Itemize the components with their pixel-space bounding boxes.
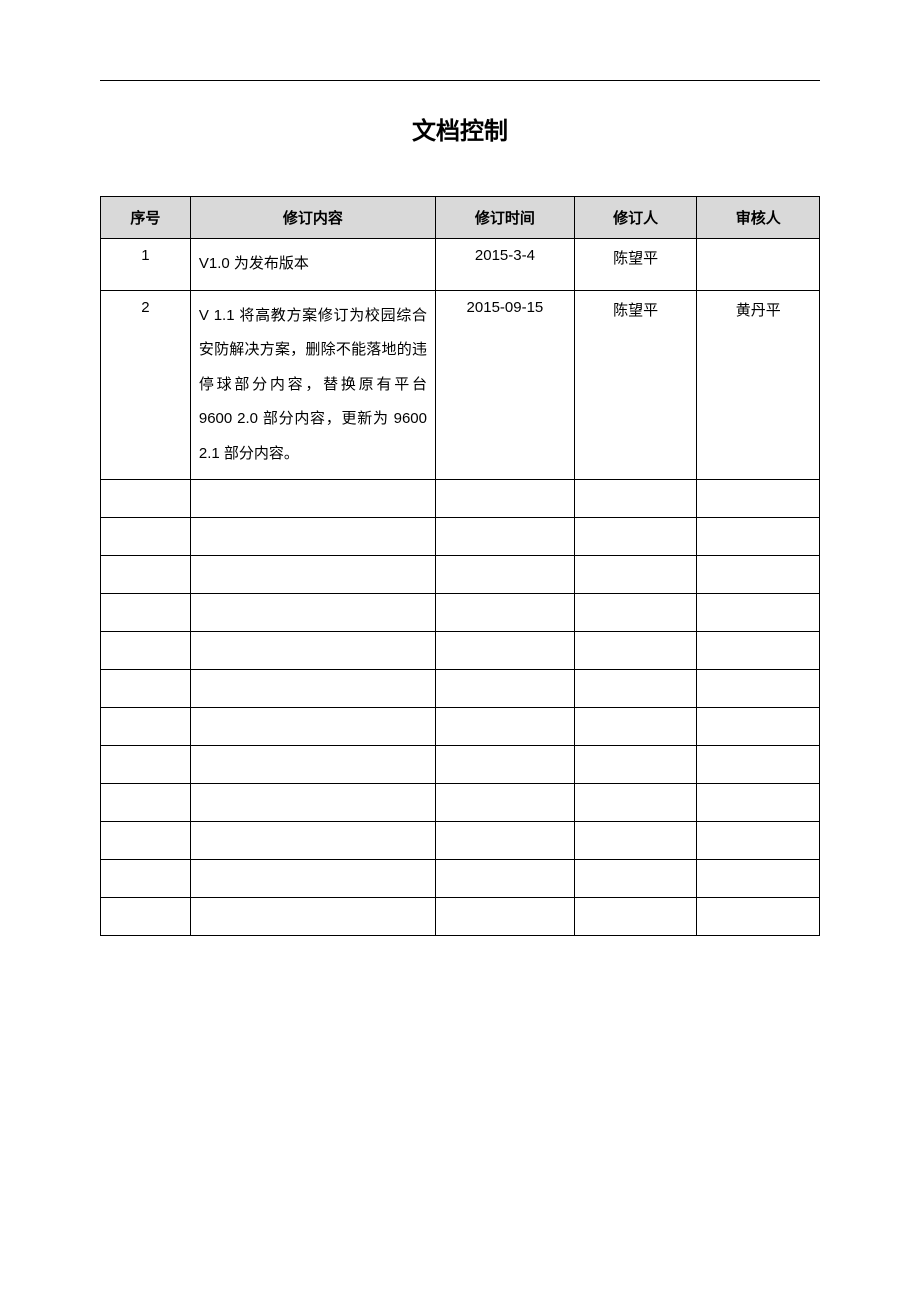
table-row-empty <box>101 480 820 518</box>
table-row-empty <box>101 594 820 632</box>
table-row-empty <box>101 518 820 556</box>
cell-seq: 1 <box>101 239 191 291</box>
table-row-empty <box>101 556 820 594</box>
page-title: 文档控制 <box>100 111 820 146</box>
table-row: 1 V1.0 为发布版本 2015-3-4 陈望平 <box>101 239 820 291</box>
table-row-empty <box>101 632 820 670</box>
cell-content: V 1.1 将高教方案修订为校园综合安防解决方案，删除不能落地的违停球部分内容，… <box>190 290 435 480</box>
table-row-empty <box>101 670 820 708</box>
header-approver: 审核人 <box>697 197 820 239</box>
document-page: 文档控制 序号 修订内容 修订时间 修订人 审核人 1 V1.0 为发布版本 2… <box>0 0 920 996</box>
table-row: 2 V 1.1 将高教方案修订为校园综合安防解决方案，删除不能落地的违停球部分内… <box>101 290 820 480</box>
table-body: 1 V1.0 为发布版本 2015-3-4 陈望平 2 V 1.1 将高教方案修… <box>101 239 820 936</box>
cell-content: V1.0 为发布版本 <box>190 239 435 291</box>
table-row-empty <box>101 784 820 822</box>
header-reviser: 修订人 <box>574 197 697 239</box>
cell-seq: 2 <box>101 290 191 480</box>
header-seq: 序号 <box>101 197 191 239</box>
horizontal-rule <box>100 80 820 81</box>
cell-date: 2015-09-15 <box>435 290 574 480</box>
table-row-empty <box>101 898 820 936</box>
table-row-empty <box>101 822 820 860</box>
cell-approver: 黄丹平 <box>697 290 820 480</box>
header-content: 修订内容 <box>190 197 435 239</box>
table-header-row: 序号 修订内容 修订时间 修订人 审核人 <box>101 197 820 239</box>
cell-approver <box>697 239 820 291</box>
cell-reviser: 陈望平 <box>574 290 697 480</box>
revision-table: 序号 修订内容 修订时间 修订人 审核人 1 V1.0 为发布版本 2015-3… <box>100 196 820 936</box>
table-row-empty <box>101 746 820 784</box>
cell-reviser: 陈望平 <box>574 239 697 291</box>
header-date: 修订时间 <box>435 197 574 239</box>
cell-date: 2015-3-4 <box>435 239 574 291</box>
table-row-empty <box>101 708 820 746</box>
table-row-empty <box>101 860 820 898</box>
